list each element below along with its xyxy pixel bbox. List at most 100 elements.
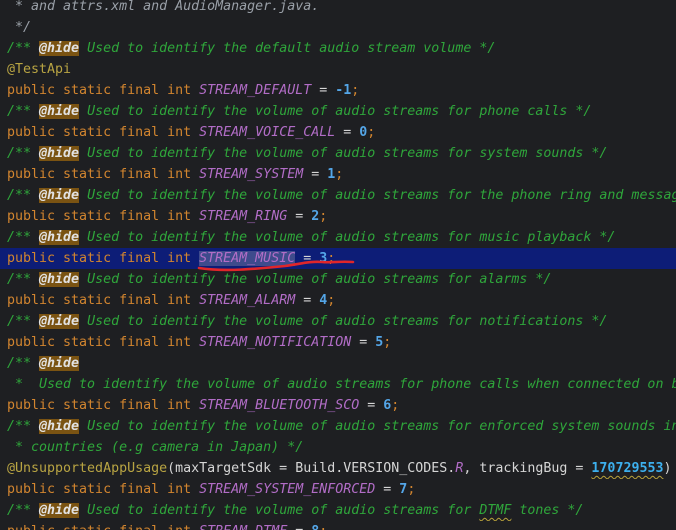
code-token: STREAM_ALARM (199, 293, 296, 308)
code-token: ; (327, 251, 336, 266)
code-line[interactable]: public static final int STREAM_BLUETOOTH… (0, 395, 676, 416)
code-token: = (311, 83, 336, 98)
code-line-text: * Used to identify the volume of audio s… (7, 374, 676, 395)
code-token: STREAM_NOTIFICATION (199, 335, 352, 350)
code-token: Used to identify the volume of audio str… (79, 503, 480, 518)
code-token: ; (367, 125, 376, 140)
code-token: STREAM_SYSTEM (199, 167, 304, 182)
code-token: */ (7, 20, 32, 35)
code-token: STREAM_DEFAULT (199, 83, 312, 98)
code-line[interactable]: /** @hide Used to identify the volume of… (0, 227, 676, 248)
code-line[interactable]: * Used to identify the volume of audio s… (0, 374, 676, 395)
code-token: STREAM_RING (199, 209, 288, 224)
code-line-text: public static final int STREAM_ALARM = 4… (7, 290, 335, 311)
code-line[interactable]: public static final int STREAM_DEFAULT =… (0, 80, 676, 101)
code-line-text: /** @hide Used to identify the volume of… (7, 269, 551, 290)
code-token: /** (7, 104, 40, 119)
code-line[interactable]: /** @hide Used to identify the volume of… (0, 101, 676, 122)
code-token: @hide (39, 356, 80, 371)
code-line-text: * and attrs.xml and AudioManager.java. (7, 0, 319, 17)
code-token: STREAM_VOICE_CALL (199, 125, 336, 140)
code-token: public static final int (7, 209, 200, 224)
code-line[interactable]: public static final int STREAM_NOTIFICAT… (0, 332, 676, 353)
code-line-text: public static final int STREAM_VOICE_CAL… (7, 122, 375, 143)
code-line-text: @TestApi (7, 59, 71, 80)
code-token: public static final int (7, 524, 199, 530)
code-token: = (287, 209, 312, 224)
code-line[interactable]: public static final int STREAM_DTMF = 8; (0, 521, 676, 530)
code-token: /** (7, 41, 40, 56)
code-line[interactable]: * and attrs.xml and AudioManager.java. (0, 0, 676, 17)
code-line[interactable]: /** @hide Used to identify the volume of… (0, 311, 676, 332)
code-token: tones */ (511, 503, 584, 518)
code-line[interactable]: public static final int STREAM_ALARM = 4… (0, 290, 676, 311)
code-token: * and attrs.xml and AudioManager.java. (7, 0, 320, 14)
code-line[interactable]: /** @hide Used to identify the volume of… (0, 185, 676, 206)
code-line[interactable]: @TestApi (0, 59, 676, 80)
code-token: ) (663, 461, 672, 476)
code-line[interactable]: /** @hide Used to identify the volume of… (0, 500, 676, 521)
code-token: ; (391, 398, 400, 413)
code-token: @UnsupportedAppUsage (7, 461, 168, 476)
code-token: /** (7, 146, 40, 161)
code-line-text: /** @hide Used to identify the volume of… (7, 500, 583, 521)
code-line-text: public static final int STREAM_DEFAULT =… (7, 80, 359, 101)
code-token: ; (319, 209, 328, 224)
code-token: /** (7, 356, 40, 371)
code-line[interactable]: public static final int STREAM_RING = 2; (0, 206, 676, 227)
code-token: /** (7, 314, 40, 329)
code-token: = (335, 125, 360, 140)
code-token: = (351, 335, 376, 350)
code-line-text: /** @hide (7, 353, 80, 374)
code-token: public static final int (7, 167, 200, 182)
code-token: public static final int (7, 83, 200, 98)
code-token: @TestApi (7, 62, 72, 77)
code-token: = (375, 482, 400, 497)
code-token: public static final int (7, 335, 200, 350)
code-token: = (303, 167, 328, 182)
code-token: DTMF (479, 503, 512, 518)
code-token: STREAM_SYSTEM_ENFORCED (199, 482, 376, 497)
code-line-text: /** @hide Used to identify the volume of… (7, 143, 607, 164)
code-line[interactable]: * countries (e.g camera in Japan) */ (0, 437, 676, 458)
code-line[interactable]: public static final int STREAM_SYSTEM = … (0, 164, 676, 185)
code-token: /** (7, 419, 40, 434)
code-token: ; (407, 482, 416, 497)
code-token: public static final int (7, 251, 200, 266)
code-token: @hide (39, 230, 80, 245)
code-token: Used to identify the volume of audio str… (79, 272, 552, 287)
code-token: /** (7, 188, 40, 203)
code-token: Used to identify the volume of audio str… (79, 146, 608, 161)
code-line[interactable]: public static final int STREAM_SYSTEM_EN… (0, 479, 676, 500)
code-token: = (359, 398, 384, 413)
code-editor[interactable]: * and attrs.xml and AudioManager.java. *… (0, 0, 676, 530)
code-token: /** (7, 272, 40, 287)
code-line[interactable]: /** @hide Used to identify the volume of… (0, 269, 676, 290)
code-line[interactable]: /** @hide (0, 353, 676, 374)
code-token: STREAM_MUSIC (199, 251, 296, 266)
code-token: * Used to identify the volume of audio s… (15, 377, 676, 392)
code-token: ; (351, 83, 360, 98)
code-line[interactable]: public static final int STREAM_VOICE_CAL… (0, 122, 676, 143)
code-token: = (287, 524, 311, 530)
code-token: ; (383, 335, 392, 350)
code-line[interactable]: */ (0, 17, 676, 38)
code-token: @hide (39, 419, 80, 434)
code-line[interactable]: /** @hide Used to identify the volume of… (0, 143, 676, 164)
code-token: public static final int (7, 482, 200, 497)
code-token: STREAM_BLUETOOTH_SCO (199, 398, 360, 413)
code-token: @hide (39, 503, 80, 518)
code-line-text: public static final int STREAM_DTMF = 8; (7, 521, 327, 530)
code-line[interactable]: @UnsupportedAppUsage(maxTargetSdk = Buil… (0, 458, 676, 479)
code-line[interactable]: /** @hide Used to identify the default a… (0, 38, 676, 59)
code-token: -1 (335, 83, 352, 98)
code-token: STREAM_DTMF (199, 524, 287, 530)
code-token: 170729553 (591, 461, 664, 476)
code-token: Used to identify the volume of audio str… (79, 104, 592, 119)
code-line-text: /** @hide Used to identify the volume of… (7, 101, 591, 122)
code-token: public static final int (7, 398, 200, 413)
code-line[interactable]: /** @hide Used to identify the volume of… (0, 416, 676, 437)
code-line-current[interactable]: public static final int STREAM_MUSIC = 3… (0, 248, 676, 269)
code-line-text: public static final int STREAM_SYSTEM = … (7, 164, 343, 185)
code-line-text: @UnsupportedAppUsage(maxTargetSdk = Buil… (7, 458, 672, 479)
